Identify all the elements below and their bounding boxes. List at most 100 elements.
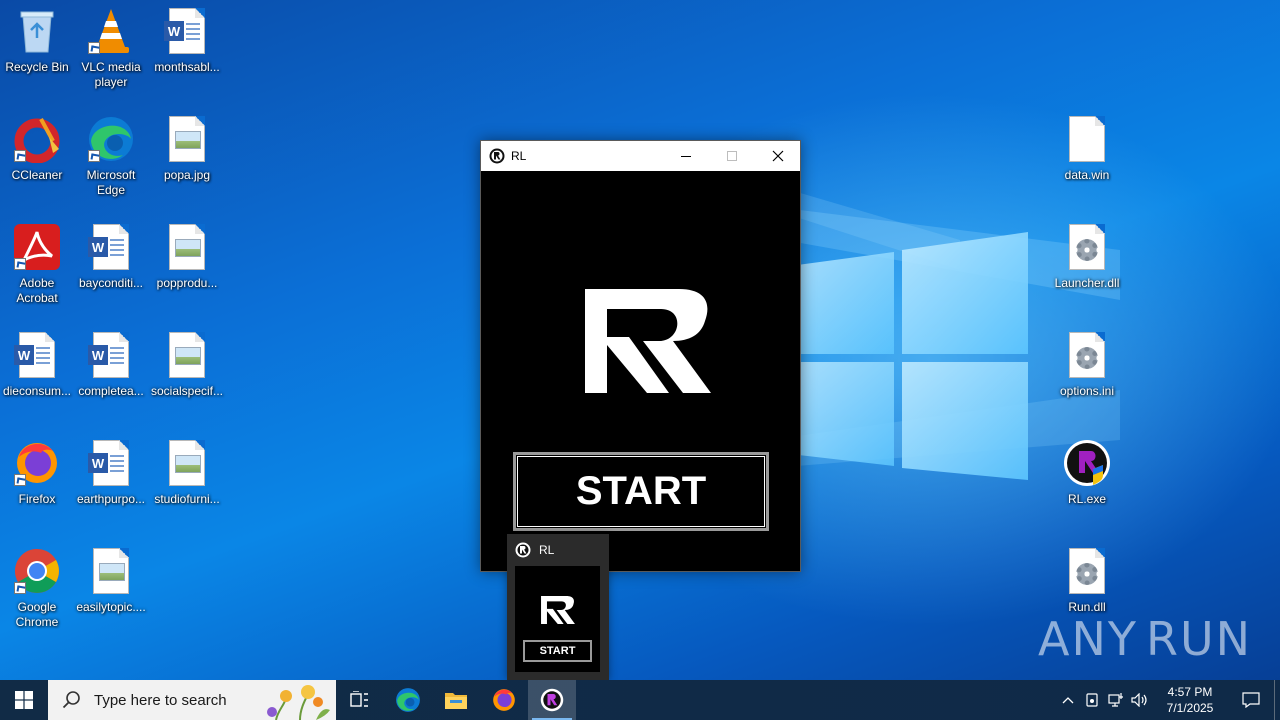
desktop-icon-edge[interactable]: Microsoft Edge: [72, 114, 150, 198]
rl-app-shield-icon: [1064, 440, 1110, 486]
maximize-icon: [727, 151, 737, 161]
image-file-icon: [169, 224, 205, 270]
desktop-icon-vlc[interactable]: VLC media player: [72, 6, 150, 90]
device-icon: [1086, 693, 1098, 707]
network-icon: [1108, 693, 1123, 707]
show-hidden-icons-button[interactable]: [1056, 680, 1080, 720]
shortcut-arrow-icon: [14, 150, 26, 162]
desktop-icon-socialspecif[interactable]: socialspecif...: [148, 330, 226, 399]
desktop-icon-earthpurpo[interactable]: W earthpurpo...: [72, 438, 150, 507]
desktop-icon-easilytopic[interactable]: easilytopic....: [72, 546, 150, 615]
minimize-icon: [681, 155, 691, 157]
taskbar: Type here to search 4:57 PM 7/1/2025: [0, 680, 1280, 720]
folder-icon: [445, 693, 467, 709]
desktop-icon-completea[interactable]: W completea...: [72, 330, 150, 399]
desktop-icon-options-ini[interactable]: options.ini: [1048, 330, 1126, 399]
close-button[interactable]: [755, 141, 801, 171]
desktop-icon-launcher-dll[interactable]: Launcher.dll: [1048, 222, 1126, 291]
windows-start-icon: [15, 691, 33, 709]
action-center-button[interactable]: [1228, 680, 1274, 720]
desktop-icon-monthsable[interactable]: W monthsabl...: [148, 6, 226, 75]
shortcut-arrow-icon: [14, 258, 26, 270]
system-tray: 4:57 PM 7/1/2025: [1056, 680, 1280, 720]
word-document-icon: W: [88, 440, 129, 486]
taskbar-edge[interactable]: [384, 680, 432, 720]
desktop-icon-run-dll[interactable]: Run.dll: [1048, 546, 1126, 615]
taskbar-search-box[interactable]: Type here to search: [48, 680, 336, 720]
icon-label: Google Chrome: [15, 600, 59, 629]
icon-label: options.ini: [1059, 384, 1115, 398]
desktop-icon-studiofurni[interactable]: studiofurni...: [148, 438, 226, 507]
task-view-button[interactable]: [336, 680, 384, 720]
blank-file-icon: [1069, 116, 1105, 162]
taskbar-thumbnail-preview[interactable]: RL START: [507, 534, 609, 680]
rl-app-icon: [515, 542, 531, 558]
icon-label: Firefox: [18, 492, 56, 506]
rl-app-icon: [540, 688, 564, 712]
icon-label: Launcher.dll: [1054, 276, 1120, 290]
thumbnail-image: START: [515, 566, 600, 672]
icon-label: Recycle Bin: [5, 60, 69, 74]
icon-label: bayconditi...: [78, 276, 144, 290]
icon-label: monthsabl...: [154, 60, 220, 74]
icon-label: popprodu...: [156, 276, 218, 290]
minimize-button[interactable]: [663, 141, 709, 171]
desktop-icon-firefox[interactable]: Firefox: [0, 438, 76, 507]
rl-logo: [585, 289, 711, 393]
icon-label: RL.exe: [1067, 492, 1107, 506]
notification-icon: [1242, 692, 1260, 708]
icon-label: studiofurni...: [154, 492, 220, 506]
icon-label: dieconsum...: [2, 384, 72, 398]
start-menu-button[interactable]: [0, 680, 48, 720]
desktop-icon-data-win[interactable]: data.win: [1048, 114, 1126, 183]
search-placeholder: Type here to search: [94, 691, 227, 709]
desktop-icon-recycle-bin[interactable]: Recycle Bin: [0, 6, 76, 75]
rl-app-icon: [489, 148, 505, 164]
settings-file-icon: [1069, 332, 1105, 378]
word-document-icon: W: [14, 332, 55, 378]
rl-app-window: RL START: [480, 140, 801, 572]
desktop-icon-dieconsum[interactable]: W dieconsum...: [0, 330, 76, 399]
icon-label: socialspecif...: [150, 384, 224, 398]
settings-file-icon: [1069, 548, 1105, 594]
icon-label: Adobe Acrobat: [16, 276, 58, 305]
search-highlight-flowers-icon: [267, 685, 330, 720]
tray-volume-button[interactable]: [1128, 680, 1152, 720]
tray-network-button[interactable]: [1104, 680, 1128, 720]
icon-label: completea...: [78, 384, 144, 398]
icon-label: earthpurpo...: [76, 492, 146, 506]
clock-time: 4:57 PM: [1167, 685, 1213, 699]
desktop-icon-acrobat[interactable]: Adobe Acrobat: [0, 222, 76, 306]
desktop-icon-chrome[interactable]: Google Chrome: [0, 546, 76, 630]
window-titlebar[interactable]: RL: [481, 141, 800, 171]
close-icon: [772, 150, 784, 162]
image-file-icon: [169, 116, 205, 162]
task-view-icon: [350, 691, 368, 707]
desktop-icon-rl-exe[interactable]: RL.exe: [1048, 438, 1126, 507]
maximize-button[interactable]: [709, 141, 755, 171]
thumbnail-title: RL: [539, 543, 555, 557]
desktop-icon-popa[interactable]: popa.jpg: [148, 114, 226, 183]
image-file-icon: [93, 548, 129, 594]
watermark-right: RUN: [1145, 612, 1253, 666]
taskbar-clock[interactable]: 4:57 PM 7/1/2025: [1152, 684, 1228, 716]
tray-device-button[interactable]: [1080, 680, 1104, 720]
taskbar-file-explorer[interactable]: [432, 680, 480, 720]
shortcut-arrow-icon: [88, 150, 100, 162]
recycle-bin-icon: [20, 11, 54, 53]
windows-wallpaper-logo: [790, 232, 1028, 480]
shortcut-arrow-icon: [14, 474, 26, 486]
word-document-icon: W: [88, 332, 129, 378]
taskbar-rl-app[interactable]: [528, 680, 576, 720]
icon-label: data.win: [1064, 168, 1110, 182]
volume-icon: [1131, 693, 1147, 707]
icon-label: popa.jpg: [163, 168, 211, 182]
start-button[interactable]: START: [513, 452, 769, 531]
taskbar-firefox[interactable]: [480, 680, 528, 720]
desktop-icon-ccleaner[interactable]: CCleaner: [0, 114, 76, 183]
icon-label: Microsoft Edge: [86, 168, 136, 197]
show-desktop-button[interactable]: [1274, 680, 1280, 720]
search-icon: [62, 691, 80, 709]
desktop-icon-bayconditi[interactable]: W bayconditi...: [72, 222, 150, 291]
desktop-icon-popprodu[interactable]: popprodu...: [148, 222, 226, 291]
